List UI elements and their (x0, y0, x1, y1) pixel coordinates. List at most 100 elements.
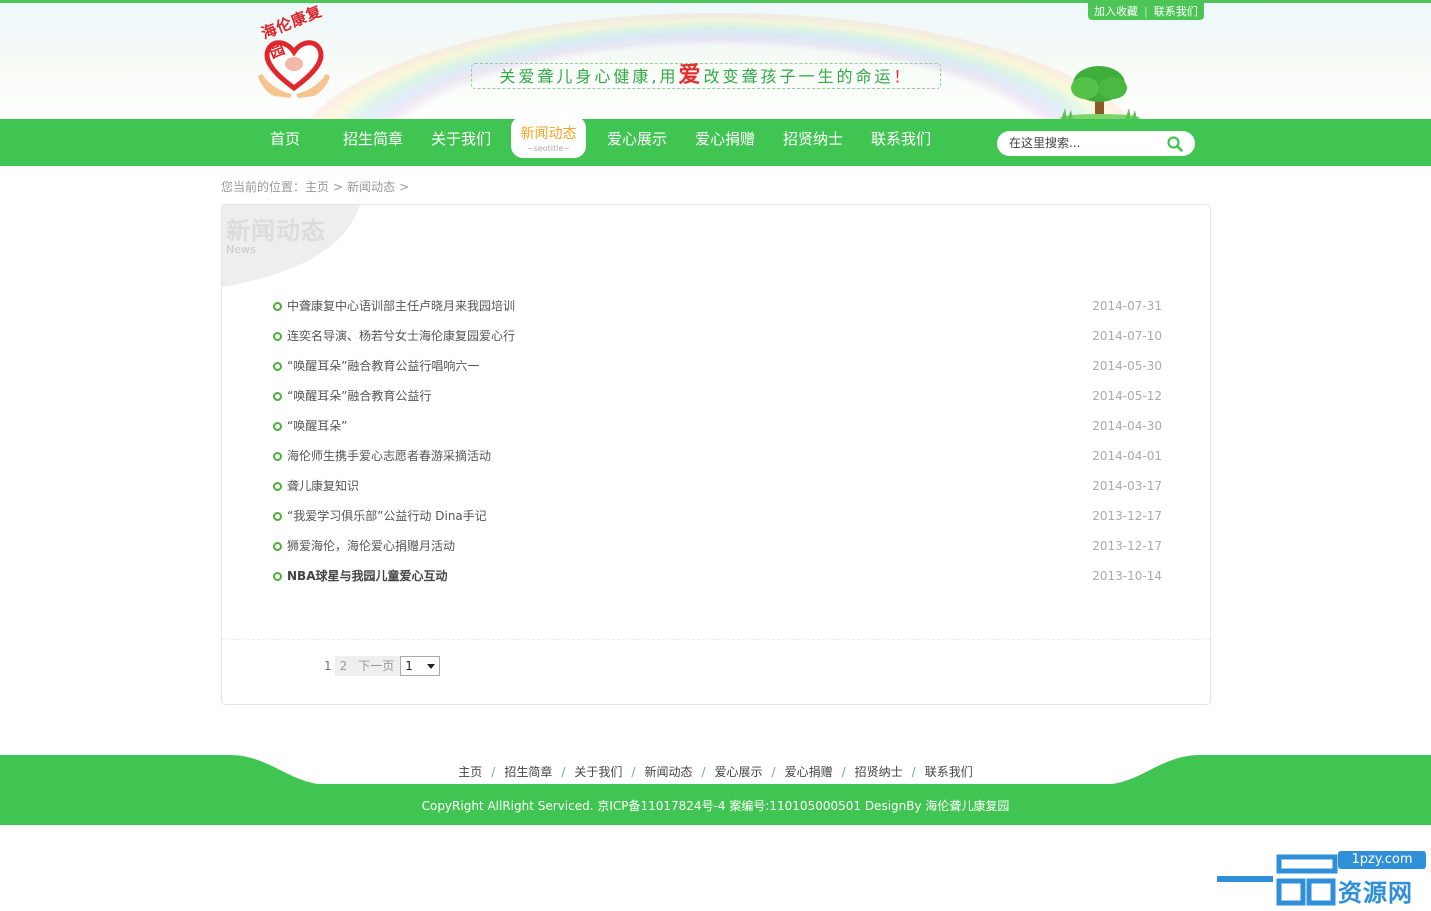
footer-separator: / (911, 765, 916, 779)
slogan-part2: 改变聋孩子一生的命运 (703, 67, 894, 86)
news-title-link[interactable]: “唤醒耳朵”融合教育公益行 (287, 381, 431, 411)
list-item: 中聋康复中心语训部主任卢晓月来我园培训 2014-07-31 (272, 291, 1162, 321)
bullet-icon (273, 422, 282, 431)
news-date: 2013-12-17 (1092, 509, 1162, 523)
bullet-icon (273, 572, 282, 581)
list-item: 海伦师生携手爱心志愿者春游采摘活动 2014-04-01 (272, 441, 1162, 471)
footer-link-news[interactable]: 新闻动态 (644, 765, 692, 779)
tree-icon (1060, 66, 1140, 122)
contact-us-link[interactable]: 联系我们 (1152, 3, 1200, 20)
bullet-icon (273, 482, 282, 491)
news-title-link[interactable]: “我爱学习俱乐部”公益行动 Dina手记 (287, 501, 487, 531)
pager-current-page: 1 (324, 659, 332, 673)
breadcrumb: 您当前的位置：主页 > 新闻动态 > (221, 178, 413, 195)
nav-about[interactable]: 关于我们 (431, 119, 491, 166)
panel-subtitle: News (226, 243, 256, 256)
breadcrumb-separator: > (399, 180, 410, 194)
list-item: “唤醒耳朵”融合教育公益行 2014-05-12 (272, 381, 1162, 411)
list-item: “我爱学习俱乐部”公益行动 Dina手记 2013-12-17 (272, 501, 1162, 531)
news-title-link[interactable]: 海伦师生携手爱心志愿者春游采摘活动 (287, 441, 491, 471)
footer-nav: 主页 / 招生简章 / 关于我们 / 新闻动态 / 爱心展示 / 爱心捐赠 / 招贤纳士 / 联系我们 (0, 763, 1431, 780)
news-title-link[interactable]: 中聋康复中心语训部主任卢晓月来我园培训 (287, 291, 515, 321)
news-date: 2014-07-10 (1092, 329, 1162, 343)
footer-link-contact[interactable]: 联系我们 (925, 765, 973, 779)
news-list: 中聋康复中心语训部主任卢晓月来我园培训 2014-07-31 连奕名导演、杨若兮女… (272, 291, 1162, 591)
news-date: 2014-03-17 (1092, 479, 1162, 493)
nav-contact[interactable]: 联系我们 (871, 119, 931, 166)
nav-news-sublabel: ~seotitle~ (526, 144, 571, 153)
add-favorite-link[interactable]: 加入收藏 (1092, 3, 1140, 20)
bullet-icon (273, 512, 282, 521)
slogan-part1: 关爱聋儿身心健康,用 (499, 67, 679, 86)
site-header (0, 3, 1431, 119)
breadcrumb-separator: > (333, 180, 344, 194)
news-date: 2014-04-30 (1092, 419, 1162, 433)
copyright-text: CopyRight AllRight Serviced. 京ICP备110178… (421, 799, 1010, 813)
nav-home[interactable]: 首页 (270, 119, 300, 166)
bullet-icon (273, 452, 282, 461)
pager-select-value: 1 (405, 659, 413, 673)
slogan-banner: 关爱聋儿身心健康,用爱改变聋孩子一生的命运！ (471, 63, 941, 89)
bullet-icon (273, 332, 282, 341)
nav-showcase[interactable]: 爱心展示 (607, 119, 667, 166)
main-nav: 首页 招生简章 关于我们 爱心展示 爱心捐赠 招贤纳士 联系我们 (0, 119, 1431, 166)
watermark-url: 1pzy.com (1338, 851, 1426, 869)
bullet-icon (273, 542, 282, 551)
footer-link-donate[interactable]: 爱心捐赠 (785, 765, 833, 779)
news-date: 2013-10-14 (1092, 569, 1162, 583)
slogan-love: 爱 (678, 63, 704, 88)
news-date: 2013-12-17 (1092, 539, 1162, 553)
list-item: “唤醒耳朵” 2014-04-30 (272, 411, 1162, 441)
nav-admissions[interactable]: 招生简章 (343, 119, 403, 166)
nav-news-label: 新闻动态 (520, 126, 577, 142)
pager-next-button[interactable]: 下一页 (352, 656, 401, 676)
list-item: “唤醒耳朵”融合教育公益行唱响六一 2014-05-30 (272, 351, 1162, 381)
bullet-icon (273, 392, 282, 401)
search-icon[interactable] (1166, 135, 1184, 153)
news-date: 2014-05-12 (1092, 389, 1162, 403)
footer-link-home[interactable]: 主页 (458, 765, 482, 779)
site-logo[interactable]: 海伦康复园 (252, 2, 336, 98)
news-title-link[interactable]: “唤醒耳朵” (287, 411, 347, 441)
top-links-separator: | (1144, 5, 1148, 18)
footer-link-showcase[interactable]: 爱心展示 (715, 765, 763, 779)
nav-recruit[interactable]: 招贤纳士 (783, 119, 843, 166)
nav-news-active[interactable]: 新闻动态 ~seotitle~ (511, 116, 586, 158)
panel-divider (222, 639, 1210, 640)
news-title-link[interactable]: 狮爱海伦，海伦爱心捐赠月活动 (287, 531, 455, 561)
footer-separator: / (631, 765, 636, 779)
chevron-down-icon (427, 664, 436, 669)
footer-separator: / (491, 765, 496, 779)
list-item: 狮爱海伦，海伦爱心捐赠月活动 2013-12-17 (272, 531, 1162, 561)
footer-link-recruit[interactable]: 招贤纳士 (855, 765, 903, 779)
breadcrumb-prefix: 您当前的位置： (221, 180, 306, 194)
top-links: 加入收藏 | 联系我们 (1088, 3, 1204, 20)
footer-separator: / (701, 765, 706, 779)
news-date: 2014-04-01 (1092, 449, 1162, 463)
pager-page-2[interactable]: 2 (334, 656, 353, 676)
breadcrumb-current[interactable]: 新闻动态 (347, 180, 395, 194)
pager-page-select[interactable]: 1 (400, 656, 441, 676)
news-date: 2014-05-30 (1092, 359, 1162, 373)
bullet-icon (273, 362, 282, 371)
nav-donate[interactable]: 爱心捐赠 (695, 119, 755, 166)
news-title-link[interactable]: NBA球星与我园儿童爱心互动 (287, 561, 447, 591)
list-item: 连奕名导演、杨若兮女士海伦康复园爱心行 2014-07-10 (272, 321, 1162, 351)
news-panel: 新闻动态 News 中聋康复中心语训部主任卢晓月来我园培训 2014-07-31 … (221, 204, 1211, 705)
footer-link-admissions[interactable]: 招生简章 (504, 765, 552, 779)
news-date: 2014-07-31 (1092, 299, 1162, 313)
footer-link-about[interactable]: 关于我们 (574, 765, 622, 779)
search-input[interactable] (1009, 134, 1159, 152)
pagination: 1 2 下一页 1 (321, 655, 441, 677)
slogan-mark: ！ (893, 67, 913, 86)
list-item: NBA球星与我园儿童爱心互动 2013-10-14 (272, 561, 1162, 591)
news-title-link[interactable]: 连奕名导演、杨若兮女士海伦康复园爱心行 (287, 321, 515, 351)
search-box (997, 131, 1195, 156)
news-title-link[interactable]: “唤醒耳朵”融合教育公益行唱响六一 (287, 351, 479, 381)
watermark-text: 资源网 (1338, 879, 1413, 907)
footer-separator: / (561, 765, 566, 779)
footer-separator: / (841, 765, 846, 779)
news-title-link[interactable]: 聋儿康复知识 (287, 471, 359, 501)
breadcrumb-home[interactable]: 主页 (305, 180, 329, 194)
panel-title: 新闻动态 (226, 217, 326, 245)
